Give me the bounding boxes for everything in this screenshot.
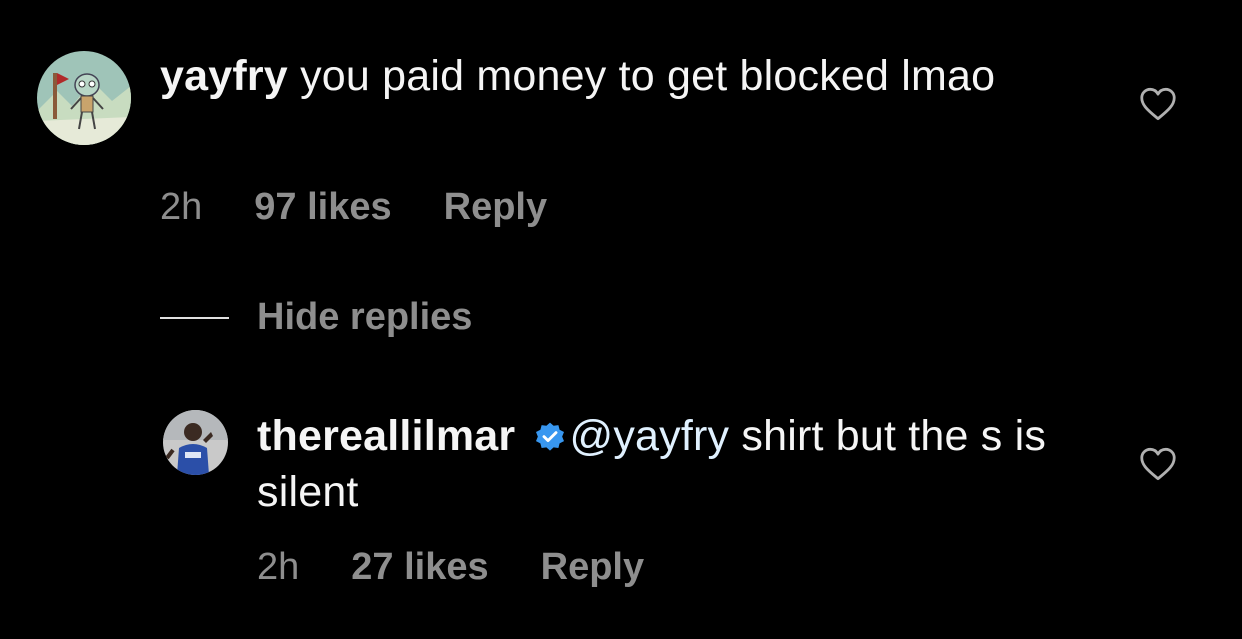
comment-username[interactable]: yayfry <box>160 52 288 100</box>
person-photo-avatar-icon <box>163 410 228 475</box>
comment-username[interactable]: thereallilmar <box>257 412 515 460</box>
hide-replies-button[interactable]: Hide replies <box>160 296 472 339</box>
reply-button[interactable]: Reply <box>541 546 644 589</box>
comment-timestamp: 2h <box>160 186 203 228</box>
mention-link[interactable]: @yayfry <box>570 412 730 460</box>
verified-badge-icon <box>535 422 564 451</box>
reply-button[interactable]: Reply <box>444 186 547 229</box>
comment-body: you paid money to get blocked lmao <box>287 52 996 100</box>
comment-text-block: yayfry you paid money to get blocked lma… <box>160 48 1040 104</box>
comment-likes-count[interactable]: 27 likes <box>351 546 488 589</box>
comment-meta: 2h 97 likes Reply <box>160 186 547 229</box>
comment-timestamp: 2h <box>257 546 300 588</box>
avatar[interactable] <box>163 410 228 475</box>
cartoon-character-avatar-icon <box>37 51 131 145</box>
comment-likes-count[interactable]: 97 likes <box>254 186 391 229</box>
comment-meta: 2h 27 likes Reply <box>257 546 644 589</box>
hide-replies-label: Hide replies <box>257 296 473 338</box>
avatar[interactable] <box>37 51 131 145</box>
heart-icon[interactable] <box>1139 447 1177 481</box>
heart-icon[interactable] <box>1139 87 1177 121</box>
divider-line <box>160 316 229 319</box>
comment-text-block: thereallilmar @yayfry shirt but the s is… <box>257 408 1077 520</box>
